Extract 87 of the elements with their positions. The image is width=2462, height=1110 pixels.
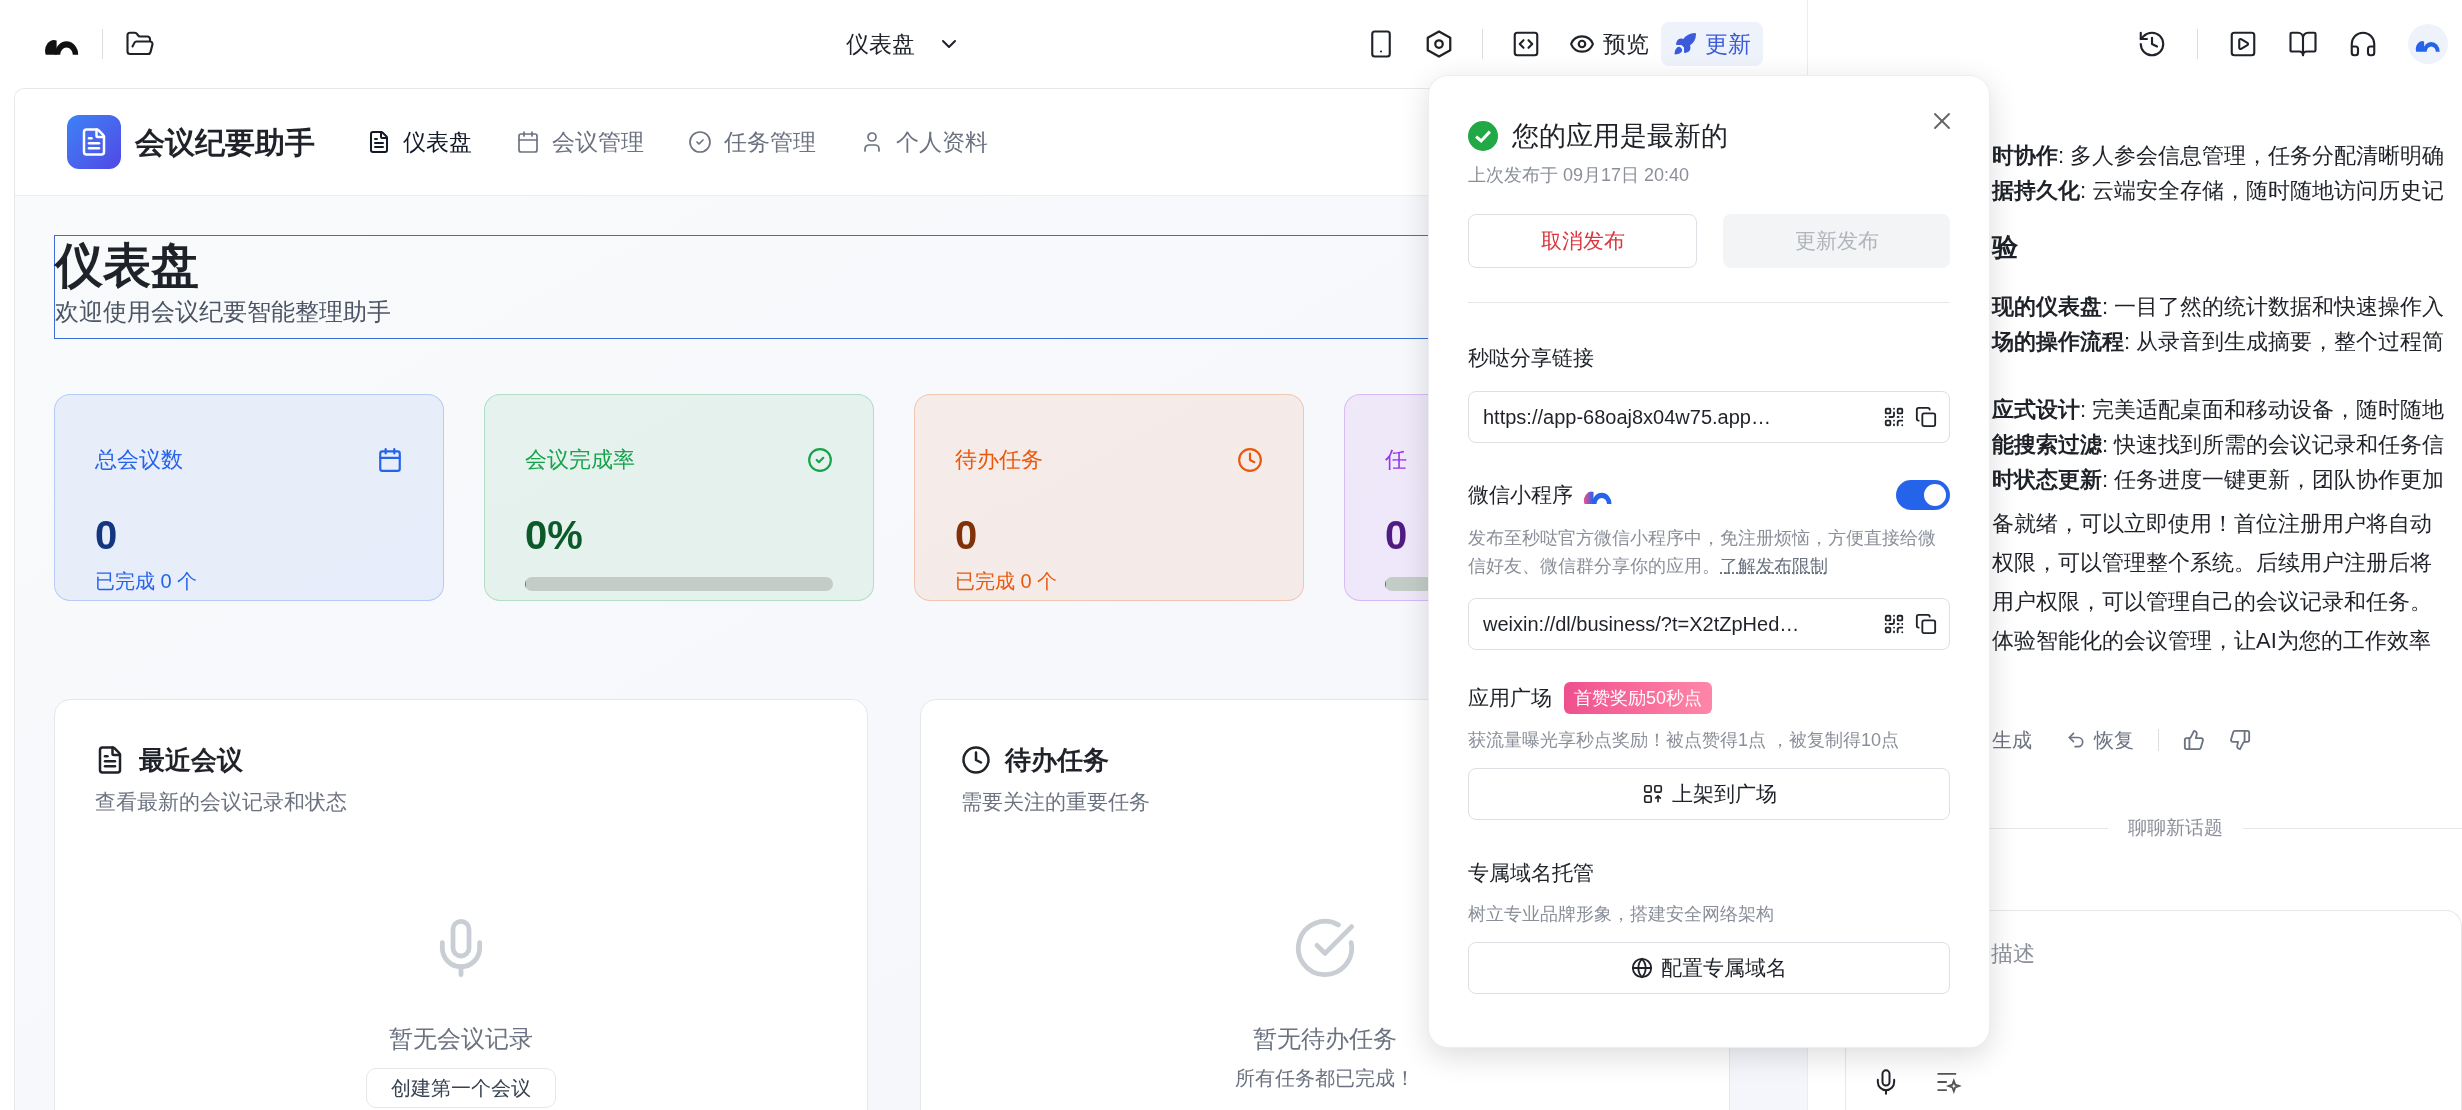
clock-icon <box>961 745 991 775</box>
document-icon <box>367 130 391 154</box>
create-meeting-button[interactable]: 创建第一个会议 <box>366 1068 556 1108</box>
unpublish-button[interactable]: 取消发布 <box>1468 214 1697 268</box>
settings-icon[interactable] <box>1424 29 1454 59</box>
reward-badge: 首赞奖励50秒点 <box>1564 682 1713 714</box>
copy-icon[interactable] <box>1915 613 1937 635</box>
nav-tab[interactable]: 任务管理 <box>688 124 816 160</box>
stat-value: 0 <box>1385 513 1408 557</box>
last-published-text: 上次发布于 09月17日 20:40 <box>1468 164 1690 187</box>
rocket-icon <box>1673 32 1697 56</box>
nav-tab[interactable]: 仪表盘 <box>367 124 472 160</box>
chat-paragraph-line: 备就绪，可以立即使用！首位注册用户将自动 <box>1992 510 2432 538</box>
thumbs-down-icon[interactable] <box>2229 729 2251 751</box>
empty-title: 暂无会议记录 <box>389 1024 533 1054</box>
update-button[interactable]: 更新 <box>1661 22 1763 66</box>
toggle-switch[interactable] <box>1896 480 1950 510</box>
configure-domain-button[interactable]: 配置专属域名 <box>1468 942 1950 994</box>
restore-button[interactable]: 恢复 <box>2066 725 2134 755</box>
stat-label: 总会议数 <box>95 446 183 474</box>
app-title: 会议纪要助手 <box>135 124 315 161</box>
chat-list-item: 能搜索过滤: 快速找到所需的会议记录和任务信 <box>1992 431 2445 459</box>
page-selector[interactable]: 仪表盘 <box>836 20 971 68</box>
regenerate-button[interactable]: 生成 <box>1992 725 2032 755</box>
copy-icon[interactable] <box>1915 406 1937 428</box>
undo-icon <box>2066 730 2086 750</box>
chat-list-item: 据持久化: 云端安全存储，随时随地访问历史记 <box>1992 177 2445 205</box>
nav-tab[interactable]: 个人资料 <box>860 124 988 160</box>
panel-subtitle: 需要关注的重要任务 <box>961 789 1150 815</box>
stat-label: 会议完成率 <box>525 446 635 474</box>
chat-paragraph-line: 用户权限，可以管理自己的会议记录和任务。 <box>1992 588 2432 616</box>
check-circle-icon <box>1293 916 1357 980</box>
stat-note: 已完成 0 个 <box>955 569 1058 594</box>
globe-icon <box>1631 957 1653 979</box>
headphones-icon[interactable] <box>2348 29 2378 59</box>
chat-paragraph-line: 权限，可以管理整个系统。后续用户注册后将 <box>1992 549 2432 577</box>
stat-label: 任 <box>1385 446 1407 474</box>
chat-heading: 验 <box>1992 231 2018 264</box>
mini-program-link-field[interactable]: weixin://dl/business/?t=X2tZpHed… <box>1468 598 1950 650</box>
history-icon[interactable] <box>2137 29 2167 59</box>
plaza-description: 获流量曝光享秒点奖励！被点赞得1点 ，被复制得10点 <box>1468 729 1900 752</box>
assistant-avatar[interactable] <box>2408 24 2448 64</box>
section-label: 应用广场 <box>1468 685 1552 711</box>
chat-list-item: 时状态更新: 任务进度一键更新，团队协作更加 <box>1992 466 2445 494</box>
qr-code-icon[interactable] <box>1883 406 1905 428</box>
play-icon[interactable] <box>2228 29 2258 59</box>
qr-code-icon[interactable] <box>1883 613 1905 635</box>
share-link-input[interactable]: https://app-68oaj8x04w75.app… <box>1483 402 1873 432</box>
book-icon[interactable] <box>2288 29 2318 59</box>
chat-paragraph-line: 体验智能化的会议管理，让AI为您的工作效率 <box>1992 627 2431 655</box>
check-circle-icon <box>688 130 712 154</box>
section-label: 秒哒分享链接 <box>1468 345 1594 371</box>
panel-title: 最近会议 <box>139 744 243 776</box>
stat-icon <box>807 447 833 473</box>
page-subtitle: 欢迎使用会议纪要智能整理助手 <box>55 297 391 327</box>
panel-title: 待办任务 <box>1005 744 1109 776</box>
publish-limits-link[interactable]: 了解发布限制 <box>1720 556 1828 576</box>
thumbs-up-icon[interactable] <box>2183 729 2205 751</box>
mini-program-description: 发布至秒哒官方微信小程序中，免注册烦恼，方便直接给微信好友、微信群分享你的应用。了解发布限制 <box>1468 527 1937 578</box>
list-on-plaza-button[interactable]: 上架到广场 <box>1468 768 1950 820</box>
grid-arrow-icon <box>1641 783 1664 805</box>
chat-list-item: 时协作: 多人参会信息管理，任务分配清晰明确 <box>1992 142 2445 170</box>
stat-value: 0 <box>955 513 978 557</box>
stat-icon <box>1237 447 1263 473</box>
stat-value: 0 <box>95 513 118 557</box>
page-title: 仪表盘 <box>55 238 199 294</box>
chat-list-item: 场的操作流程: 从录音到生成摘要，整个过程简 <box>1992 328 2445 356</box>
chat-list-item: 应式设计: 完美适配桌面和移动设备，随时随地 <box>1992 396 2445 424</box>
stat-label: 待办任务 <box>955 446 1043 474</box>
share-link-field[interactable]: https://app-68oaj8x04w75.app… <box>1468 391 1950 443</box>
empty-note: 所有任务都已完成！ <box>1235 1066 1415 1091</box>
stat-note: 已完成 0 个 <box>95 569 198 594</box>
empty-title: 暂无待办任务 <box>1253 1024 1397 1054</box>
code-icon[interactable] <box>1511 29 1541 59</box>
check-circle-icon <box>1468 121 1498 151</box>
stat-icon <box>377 447 403 473</box>
section-label: 微信小程序 <box>1468 482 1573 508</box>
mini-program-link-input[interactable]: weixin://dl/business/?t=X2tZpHed… <box>1483 609 1873 639</box>
domain-description: 树立专业品牌形象，搭建安全网络架构 <box>1468 903 1774 926</box>
preview-button[interactable]: 预览 <box>1569 22 1649 66</box>
panel-subtitle: 查看最新的会议记录和状态 <box>95 789 347 815</box>
stat-value: 0% <box>525 513 583 557</box>
calendar-icon <box>516 130 540 154</box>
nav-tab[interactable]: 会议管理 <box>516 124 644 160</box>
section-label: 专属域名托管 <box>1468 860 1594 886</box>
chat-list-item: 现的仪表盘: 一目了然的统计数据和快速操作入 <box>1992 293 2445 321</box>
popup-title: 您的应用是最新的 <box>1512 120 1728 153</box>
